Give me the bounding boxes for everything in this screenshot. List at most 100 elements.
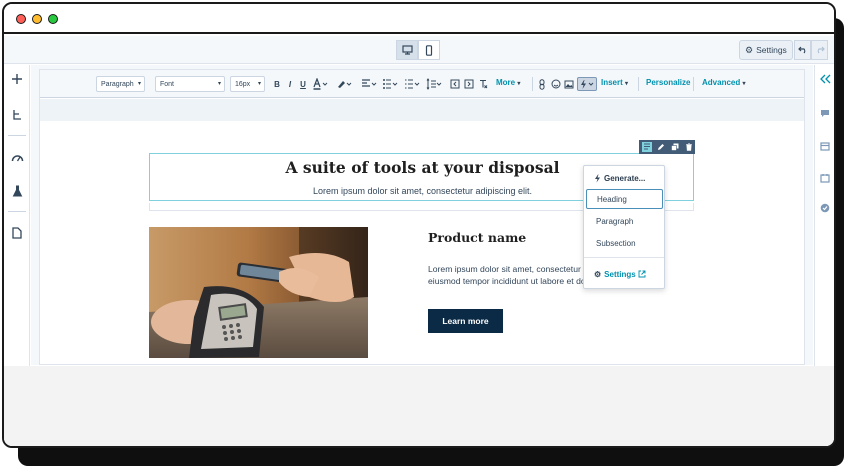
canvas-area: Paragraph ▾ Font ▾ 16px ▾ B I U More ▾ I… xyxy=(31,65,813,365)
menu-divider xyxy=(584,257,664,258)
close-window-button[interactable] xyxy=(16,14,26,24)
rail-divider xyxy=(8,211,26,212)
generate-menu-item[interactable]: Generate... xyxy=(585,168,663,188)
generate-button[interactable] xyxy=(577,77,597,91)
font-size-select[interactable]: 16px ▾ xyxy=(230,76,265,92)
device-toggle xyxy=(396,40,440,60)
numbered-list-icon xyxy=(405,79,420,89)
formatting-toolbar: Paragraph ▾ Font ▾ 16px ▾ B I U More ▾ I… xyxy=(40,70,804,98)
underline-button[interactable]: U xyxy=(298,77,308,91)
external-link-icon xyxy=(638,270,646,278)
collapse-icon[interactable] xyxy=(820,71,831,89)
chevron-down-icon: ▾ xyxy=(625,81,629,87)
chevron-down-icon: ▾ xyxy=(217,81,221,87)
align-left-icon xyxy=(362,79,377,87)
generate-dropdown-menu: Generate... Heading Paragraph Subsection… xyxy=(583,165,665,289)
product-title[interactable]: Product name xyxy=(428,230,526,245)
comment-icon[interactable] xyxy=(820,105,830,123)
text-color-icon xyxy=(313,78,328,90)
trash-icon[interactable] xyxy=(684,142,694,152)
paragraph-style-value: Paragraph xyxy=(101,80,134,88)
subsection-menu-item[interactable]: Subsection xyxy=(585,233,663,253)
insert-label: Insert xyxy=(601,78,623,87)
rich-text-editor: Paragraph ▾ Font ▾ 16px ▾ B I U More ▾ I… xyxy=(39,69,805,365)
text-style-icon[interactable] xyxy=(642,142,652,152)
learn-more-button[interactable]: Learn more xyxy=(428,309,503,333)
emoji-icon xyxy=(551,79,561,89)
clear-format-icon xyxy=(480,79,488,89)
bullet-list-button[interactable] xyxy=(382,77,398,91)
app-window: ⚙ Settings Paragraph ▾ Font ▾ 16px ▾ B I… xyxy=(2,2,836,448)
line-height-icon xyxy=(426,78,442,90)
mobile-view-button[interactable] xyxy=(418,40,440,60)
link-icon xyxy=(539,78,544,90)
page-icon[interactable] xyxy=(9,225,25,241)
generate-label: Generate... xyxy=(604,173,646,183)
product-image xyxy=(149,227,368,358)
title-bar xyxy=(4,4,834,34)
align-button[interactable] xyxy=(361,77,377,91)
chevron-down-icon: ▾ xyxy=(257,81,261,87)
add-icon[interactable] xyxy=(9,71,25,87)
lightning-icon xyxy=(581,79,594,89)
numbered-list-button[interactable] xyxy=(404,77,420,91)
redo-icon xyxy=(817,46,825,54)
toolbar-divider xyxy=(693,77,694,91)
heading-menu-item[interactable]: Heading xyxy=(586,189,663,209)
desktop-view-button[interactable] xyxy=(396,40,418,60)
settings-button[interactable]: ⚙ Settings xyxy=(739,40,793,60)
emoji-button[interactable] xyxy=(551,77,561,91)
settings-menu-item[interactable]: ⚙ Settings xyxy=(585,264,663,284)
link-button[interactable] xyxy=(537,77,546,91)
advanced-menu-button[interactable]: Advanced ▾ xyxy=(702,78,745,87)
desktop-icon xyxy=(401,45,413,55)
flask-icon[interactable] xyxy=(9,183,25,199)
toolbar-divider xyxy=(532,77,533,91)
indent-increase-button[interactable] xyxy=(464,77,474,91)
undo-button[interactable] xyxy=(794,40,811,60)
minimize-window-button[interactable] xyxy=(32,14,42,24)
outdent-icon xyxy=(450,79,460,89)
bullet-list-icon xyxy=(383,79,398,89)
mobile-icon xyxy=(425,44,433,56)
clear-format-button[interactable] xyxy=(478,77,488,91)
maximize-window-button[interactable] xyxy=(48,14,58,24)
more-label: More xyxy=(496,78,516,87)
highlight-button[interactable] xyxy=(336,77,352,91)
paragraph-menu-item[interactable]: Paragraph xyxy=(585,211,663,231)
editor-top-bar: ⚙ Settings xyxy=(4,36,834,64)
settings-menu-label: Settings xyxy=(604,269,636,279)
chevron-down-icon: ▾ xyxy=(137,81,141,87)
text-color-button[interactable] xyxy=(312,77,328,91)
paragraph-style-select[interactable]: Paragraph ▾ xyxy=(96,76,145,92)
more-menu-button[interactable]: More ▾ xyxy=(496,78,520,87)
copy-icon[interactable] xyxy=(670,142,680,152)
tree-icon[interactable] xyxy=(9,107,25,123)
undo-icon xyxy=(797,46,805,54)
image-icon xyxy=(564,80,574,88)
chevron-down-icon: ▾ xyxy=(742,81,746,87)
undo-redo-group xyxy=(794,40,828,60)
indent-decrease-button[interactable] xyxy=(450,77,460,91)
personalize-button[interactable]: Personalize xyxy=(646,78,690,87)
insert-menu-button[interactable]: Insert ▾ xyxy=(601,78,628,87)
bold-button[interactable]: B xyxy=(272,77,282,91)
italic-button[interactable]: I xyxy=(285,77,295,91)
rail-divider xyxy=(8,135,26,136)
highlight-icon xyxy=(338,81,352,88)
calendar-icon[interactable] xyxy=(820,170,830,188)
chevron-down-icon: ▾ xyxy=(517,81,521,87)
check-icon[interactable] xyxy=(820,200,830,218)
gear-icon: ⚙ xyxy=(745,44,754,55)
redo-button[interactable] xyxy=(811,40,828,60)
font-select[interactable]: Font ▾ xyxy=(155,76,225,92)
font-size-value: 16px xyxy=(235,80,251,88)
line-height-button[interactable] xyxy=(426,77,442,91)
indent-icon xyxy=(464,79,474,89)
gauge-icon[interactable] xyxy=(9,149,25,165)
edit-icon[interactable] xyxy=(656,142,666,152)
advanced-label: Advanced xyxy=(702,78,741,87)
editor-subbar xyxy=(40,99,804,121)
layout-icon[interactable] xyxy=(820,138,830,156)
image-button[interactable] xyxy=(564,77,574,91)
